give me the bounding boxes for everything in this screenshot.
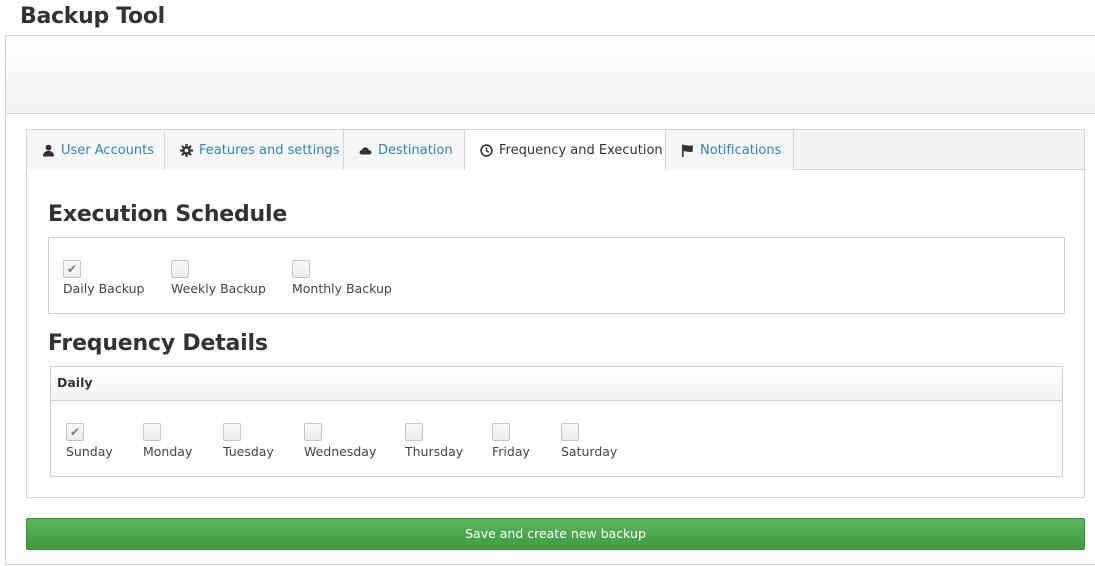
tab-container: User Accounts Features and settings Dest… — [26, 129, 1085, 498]
check-mark-icon: ✔ — [66, 262, 78, 276]
day-option-thursday: Thursday — [405, 423, 492, 459]
clock-icon — [480, 143, 493, 157]
execution-schedule-heading: Execution Schedule — [48, 202, 288, 227]
checkbox-label: Tuesday — [223, 444, 274, 459]
tab-label: User Accounts — [61, 142, 155, 158]
page-title: Backup Tool — [20, 4, 165, 29]
execution-schedule-box: ✔ Daily Backup Weekly Backup Monthly Bac… — [48, 237, 1065, 314]
day-option-sunday: ✔ Sunday — [66, 423, 143, 459]
tab-label: Features and settings — [199, 142, 340, 158]
sunday-checkbox[interactable]: ✔ — [66, 423, 84, 441]
cloud-icon — [359, 144, 372, 157]
day-option-tuesday: Tuesday — [223, 423, 304, 459]
tab-label: Destination — [378, 142, 453, 158]
checkbox-label: Weekly Backup — [171, 281, 266, 296]
schedule-options: ✔ Daily Backup Weekly Backup Monthly Bac… — [63, 260, 412, 296]
checkbox-label: Monthly Backup — [292, 281, 392, 296]
saturday-checkbox[interactable] — [561, 423, 579, 441]
checkbox-label: Saturday — [561, 444, 618, 459]
tab-label: Notifications — [700, 142, 782, 158]
tab-bar: User Accounts Features and settings Dest… — [27, 130, 1084, 171]
checkbox-label: Monday — [143, 444, 193, 459]
frequency-details-heading: Frequency Details — [48, 331, 268, 356]
flag-icon — [681, 144, 694, 157]
day-option-monday: Monday — [143, 423, 223, 459]
monthly-backup-option: Monthly Backup — [292, 260, 412, 296]
day-options: ✔ Sunday Monday Tuesday Wednesday Thursd… — [66, 423, 631, 459]
check-mark-icon: ✔ — [69, 425, 81, 439]
weekly-backup-option: Weekly Backup — [171, 260, 292, 296]
daily-backup-checkbox[interactable]: ✔ — [63, 260, 81, 278]
day-option-saturday: Saturday — [561, 423, 631, 459]
tuesday-checkbox[interactable] — [223, 423, 241, 441]
checkbox-label: Thursday — [405, 444, 464, 459]
checkbox-label: Wednesday — [304, 444, 377, 459]
save-and-create-backup-button[interactable]: Save and create new backup — [26, 518, 1085, 550]
monday-checkbox[interactable] — [143, 423, 161, 441]
friday-checkbox[interactable] — [492, 423, 510, 441]
monthly-backup-checkbox[interactable] — [292, 260, 310, 278]
daily-backup-option: ✔ Daily Backup — [63, 260, 171, 296]
tab-label: Frequency and Execution — [499, 142, 663, 158]
user-icon — [42, 144, 55, 157]
daily-panel: Daily ✔ Sunday Monday Tuesday Wednesday — [50, 366, 1063, 477]
day-option-wednesday: Wednesday — [304, 423, 405, 459]
panel-header — [6, 36, 1095, 114]
day-option-friday: Friday — [492, 423, 561, 459]
weekly-backup-checkbox[interactable] — [171, 260, 189, 278]
wednesday-checkbox[interactable] — [304, 423, 322, 441]
tab-user-accounts[interactable]: User Accounts — [27, 130, 165, 170]
main-panel: User Accounts Features and settings Dest… — [5, 35, 1095, 565]
checkbox-label: Daily Backup — [63, 281, 145, 296]
tab-frequency-and-execution[interactable]: Frequency and Execution — [465, 130, 666, 171]
checkbox-label: Friday — [492, 444, 530, 459]
tab-notifications[interactable]: Notifications — [666, 130, 794, 170]
tab-features-and-settings[interactable]: Features and settings — [165, 130, 344, 170]
checkbox-label: Sunday — [66, 444, 113, 459]
daily-panel-title: Daily — [51, 367, 1062, 401]
thursday-checkbox[interactable] — [405, 423, 423, 441]
gear-icon — [180, 143, 193, 157]
tab-destination[interactable]: Destination — [344, 130, 465, 170]
